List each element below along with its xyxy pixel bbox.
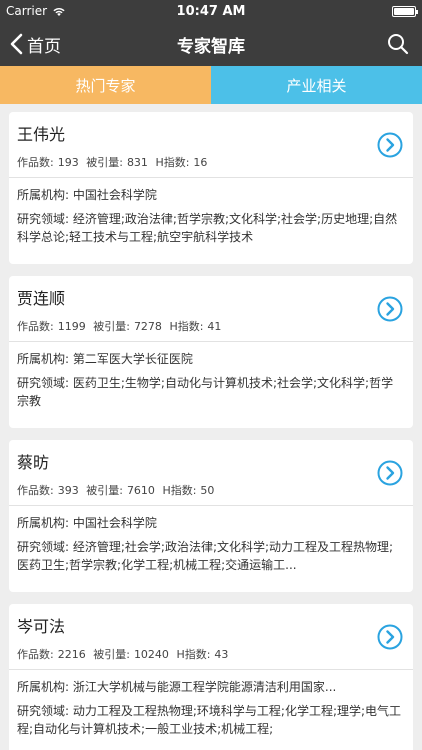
- expert-list: 王伟光 作品数: 193 被引量: 831 H指数: 16 所属机构: 中国社会科学院…: [9, 112, 413, 750]
- h-index-value: 43: [214, 648, 229, 661]
- chevron-right-icon[interactable]: [377, 460, 403, 486]
- field-value: 医药卫生;生物学;自动化与计算机技术;社会学;文化科学;哲学宗教: [17, 376, 394, 408]
- status-time: 10:47 AM: [176, 3, 246, 19]
- works-value: 393: [57, 484, 79, 497]
- tab-hot-experts-label: 热门专家: [75, 76, 136, 95]
- card-header: 贾连顺 作品数: 1199 被引量: 7278 H指数: 41: [9, 276, 413, 342]
- battery-icon: [392, 5, 418, 17]
- cited-label: 被引量:: [86, 484, 123, 497]
- tab-bar: 热门专家 产业相关: [0, 66, 422, 104]
- field-line: 研究领域: 经济管理;政治法律;哲学宗教;文化科学;社会学;历史地理;自然科学总…: [17, 210, 405, 246]
- field-line: 研究领域: 医药卫生;生物学;自动化与计算机技术;社会学;文化科学;哲学宗教: [17, 374, 405, 410]
- field-line: 研究领域: 经济管理;社会学;政治法律;文化科学;动力工程及工程热物理;医药卫生…: [17, 538, 405, 574]
- chevron-right-icon[interactable]: [377, 296, 403, 322]
- cited-label: 被引量:: [86, 156, 123, 169]
- field-value: 经济管理;社会学;政治法律;文化科学;动力工程及工程热物理;医药卫生;哲学宗教;…: [17, 540, 394, 572]
- cited-value: 10240: [133, 648, 169, 661]
- cited-value: 7278: [133, 320, 162, 333]
- page-title: 专家智库: [177, 36, 245, 57]
- status-bar: Carrier 10:47 AM: [0, 0, 422, 22]
- expert-name: 岑可法: [17, 617, 66, 636]
- chevron-right-icon[interactable]: [377, 624, 403, 650]
- h-index-value: 50: [200, 484, 215, 497]
- cited-value: 831: [126, 156, 148, 169]
- card-header: 岑可法 作品数: 2216 被引量: 10240 H指数: 43: [9, 604, 413, 670]
- expert-card[interactable]: 王伟光 作品数: 193 被引量: 831 H指数: 16 所属机构: 中国社会科学院…: [9, 112, 413, 264]
- works-value: 1199: [57, 320, 86, 333]
- cited-value: 7610: [126, 484, 155, 497]
- expert-card[interactable]: 蔡昉 作品数: 393 被引量: 7610 H指数: 50 所属机构: 中国社会科学院…: [9, 440, 413, 592]
- works-value: 193: [57, 156, 79, 169]
- nav-bar: 首页 专家智库: [0, 22, 422, 66]
- org-value: 浙江大学机械与能源工程学院能源清洁利用国家...: [72, 680, 337, 694]
- cited-label: 被引量:: [93, 648, 130, 661]
- field-label: 研究领域:: [17, 540, 70, 554]
- org-label: 所属机构:: [17, 352, 70, 366]
- field-label: 研究领域:: [17, 212, 70, 226]
- card-body: 所属机构: 第二军医大学长征医院 研究领域: 医药卫生;生物学;自动化与计算机技…: [9, 342, 413, 410]
- field-label: 研究领域:: [17, 376, 70, 390]
- org-label: 所属机构:: [17, 188, 70, 202]
- expert-name: 贾连顺: [17, 289, 66, 308]
- org-line: 所属机构: 浙江大学机械与能源工程学院能源清洁利用国家...: [17, 678, 405, 696]
- h-index-label: H指数:: [155, 156, 190, 169]
- h-index-value: 41: [207, 320, 222, 333]
- works-value: 2216: [57, 648, 86, 661]
- back-button[interactable]: 首页: [10, 22, 61, 66]
- org-line: 所属机构: 第二军医大学长征医院: [17, 350, 405, 368]
- card-body: 所属机构: 中国社会科学院 研究领域: 经济管理;社会学;政治法律;文化科学;动…: [9, 506, 413, 574]
- expert-stats: 作品数: 2216 被引量: 10240 H指数: 43: [17, 646, 405, 662]
- battery-fill: [394, 7, 414, 15]
- field-label: 研究领域:: [17, 704, 70, 718]
- org-line: 所属机构: 中国社会科学院: [17, 514, 405, 532]
- org-value: 中国社会科学院: [72, 516, 157, 530]
- cited-label: 被引量:: [93, 320, 130, 333]
- org-value: 中国社会科学院: [72, 188, 157, 202]
- expert-card[interactable]: 贾连顺 作品数: 1199 被引量: 7278 H指数: 41 所属机构: 第二军医大…: [9, 276, 413, 428]
- h-index-label: H指数:: [169, 320, 204, 333]
- org-line: 所属机构: 中国社会科学院: [17, 186, 405, 204]
- expert-stats: 作品数: 1199 被引量: 7278 H指数: 41: [17, 318, 405, 334]
- org-label: 所属机构:: [17, 680, 70, 694]
- org-value: 第二军医大学长征医院: [72, 352, 193, 366]
- works-label: 作品数:: [17, 320, 54, 333]
- search-icon[interactable]: [386, 32, 410, 56]
- expert-card[interactable]: 岑可法 作品数: 2216 被引量: 10240 H指数: 43 所属机构: 浙江大学…: [9, 604, 413, 750]
- works-label: 作品数:: [17, 484, 54, 497]
- expert-name: 蔡昉: [17, 453, 50, 472]
- back-label: 首页: [27, 36, 61, 57]
- chevron-right-icon[interactable]: [377, 132, 403, 158]
- h-index-value: 16: [193, 156, 208, 169]
- works-label: 作品数:: [17, 156, 54, 169]
- card-body: 所属机构: 浙江大学机械与能源工程学院能源清洁利用国家... 研究领域: 动力工…: [9, 670, 413, 738]
- works-label: 作品数:: [17, 648, 54, 661]
- h-index-label: H指数:: [162, 484, 197, 497]
- field-value: 经济管理;政治法律;哲学宗教;文化科学;社会学;历史地理;自然科学总论;轻工技术…: [17, 212, 398, 244]
- expert-stats: 作品数: 193 被引量: 831 H指数: 16: [17, 154, 405, 170]
- expert-name: 王伟光: [17, 125, 66, 144]
- tab-hot-experts[interactable]: 热门专家: [0, 66, 211, 104]
- tab-industry-related-label: 产业相关: [286, 76, 347, 95]
- chevron-left-icon: [10, 33, 23, 55]
- h-index-label: H指数:: [176, 648, 211, 661]
- card-body: 所属机构: 中国社会科学院 研究领域: 经济管理;政治法律;哲学宗教;文化科学;…: [9, 178, 413, 246]
- expert-stats: 作品数: 393 被引量: 7610 H指数: 50: [17, 482, 405, 498]
- card-header: 蔡昉 作品数: 393 被引量: 7610 H指数: 50: [9, 440, 413, 506]
- field-value: 动力工程及工程热物理;环境科学与工程;化学工程;理学;电气工程;自动化与计算机技…: [17, 704, 402, 736]
- tab-industry-related[interactable]: 产业相关: [211, 66, 422, 104]
- card-header: 王伟光 作品数: 193 被引量: 831 H指数: 16: [9, 112, 413, 178]
- org-label: 所属机构:: [17, 516, 70, 530]
- field-line: 研究领域: 动力工程及工程热物理;环境科学与工程;化学工程;理学;电气工程;自动…: [17, 702, 405, 738]
